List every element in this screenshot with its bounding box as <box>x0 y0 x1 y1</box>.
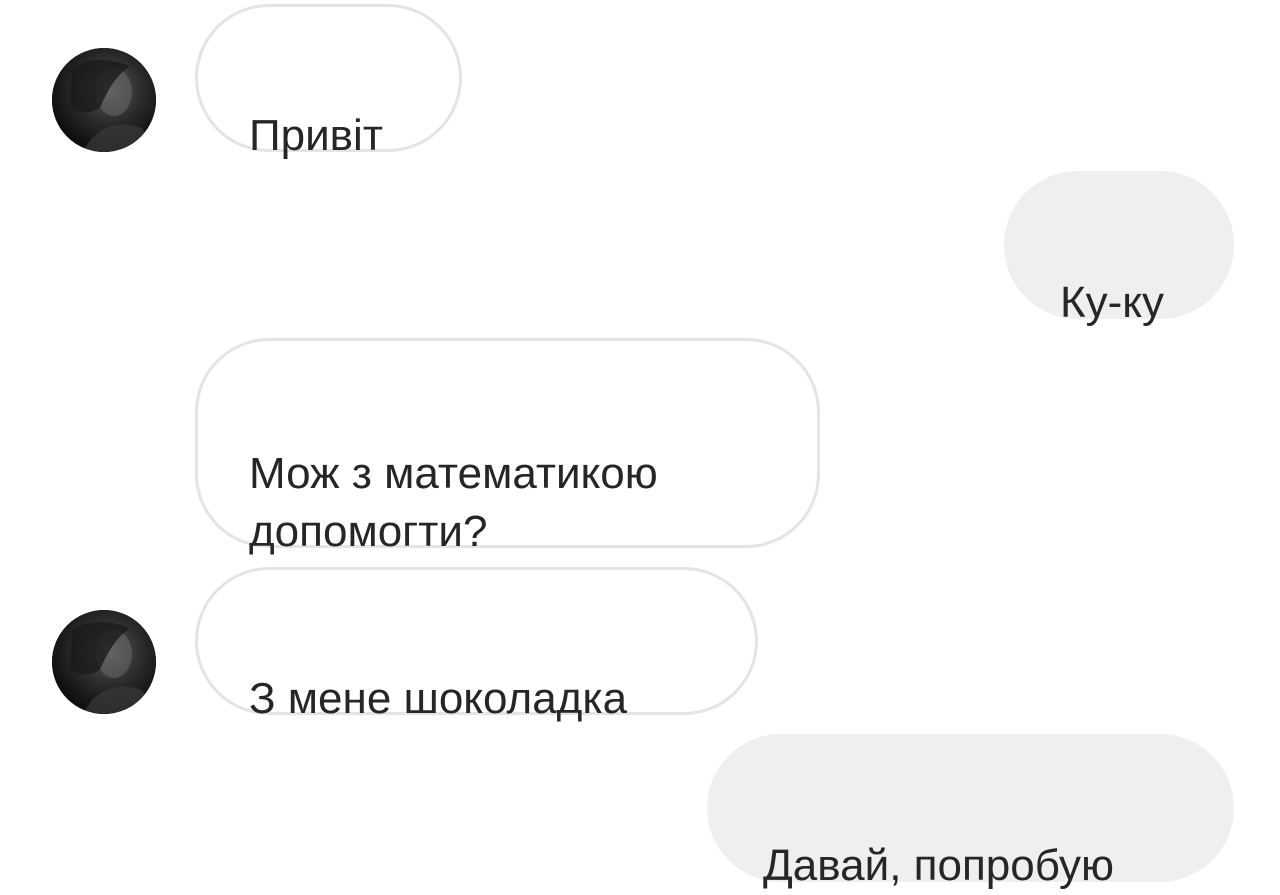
message-text: Ку-ку <box>1060 278 1165 327</box>
message-text: Мож з математикою допомогти? <box>249 449 658 556</box>
message-bubble-incoming[interactable]: Привіт <box>195 4 462 160</box>
message-bubble-incoming[interactable]: Мож з математикою допомогти? <box>195 338 820 556</box>
message-text: Давай, попробую <box>763 841 1114 890</box>
message-bubble-outgoing[interactable]: Давай, попробую <box>707 734 1234 890</box>
message-text: Привіт <box>249 111 383 160</box>
message-bubble-incoming[interactable]: З мене шоколадка <box>195 567 758 723</box>
contact-avatar-image <box>52 610 156 714</box>
contact-avatar[interactable] <box>52 610 156 714</box>
message-thread: Привіт Ку-ку Мож з математикою допомогти… <box>0 0 1280 890</box>
message-text: З мене шоколадка <box>249 674 628 723</box>
contact-avatar[interactable] <box>52 48 156 152</box>
contact-avatar-image <box>52 48 156 152</box>
message-bubble-outgoing[interactable]: Ку-ку <box>1004 171 1234 327</box>
